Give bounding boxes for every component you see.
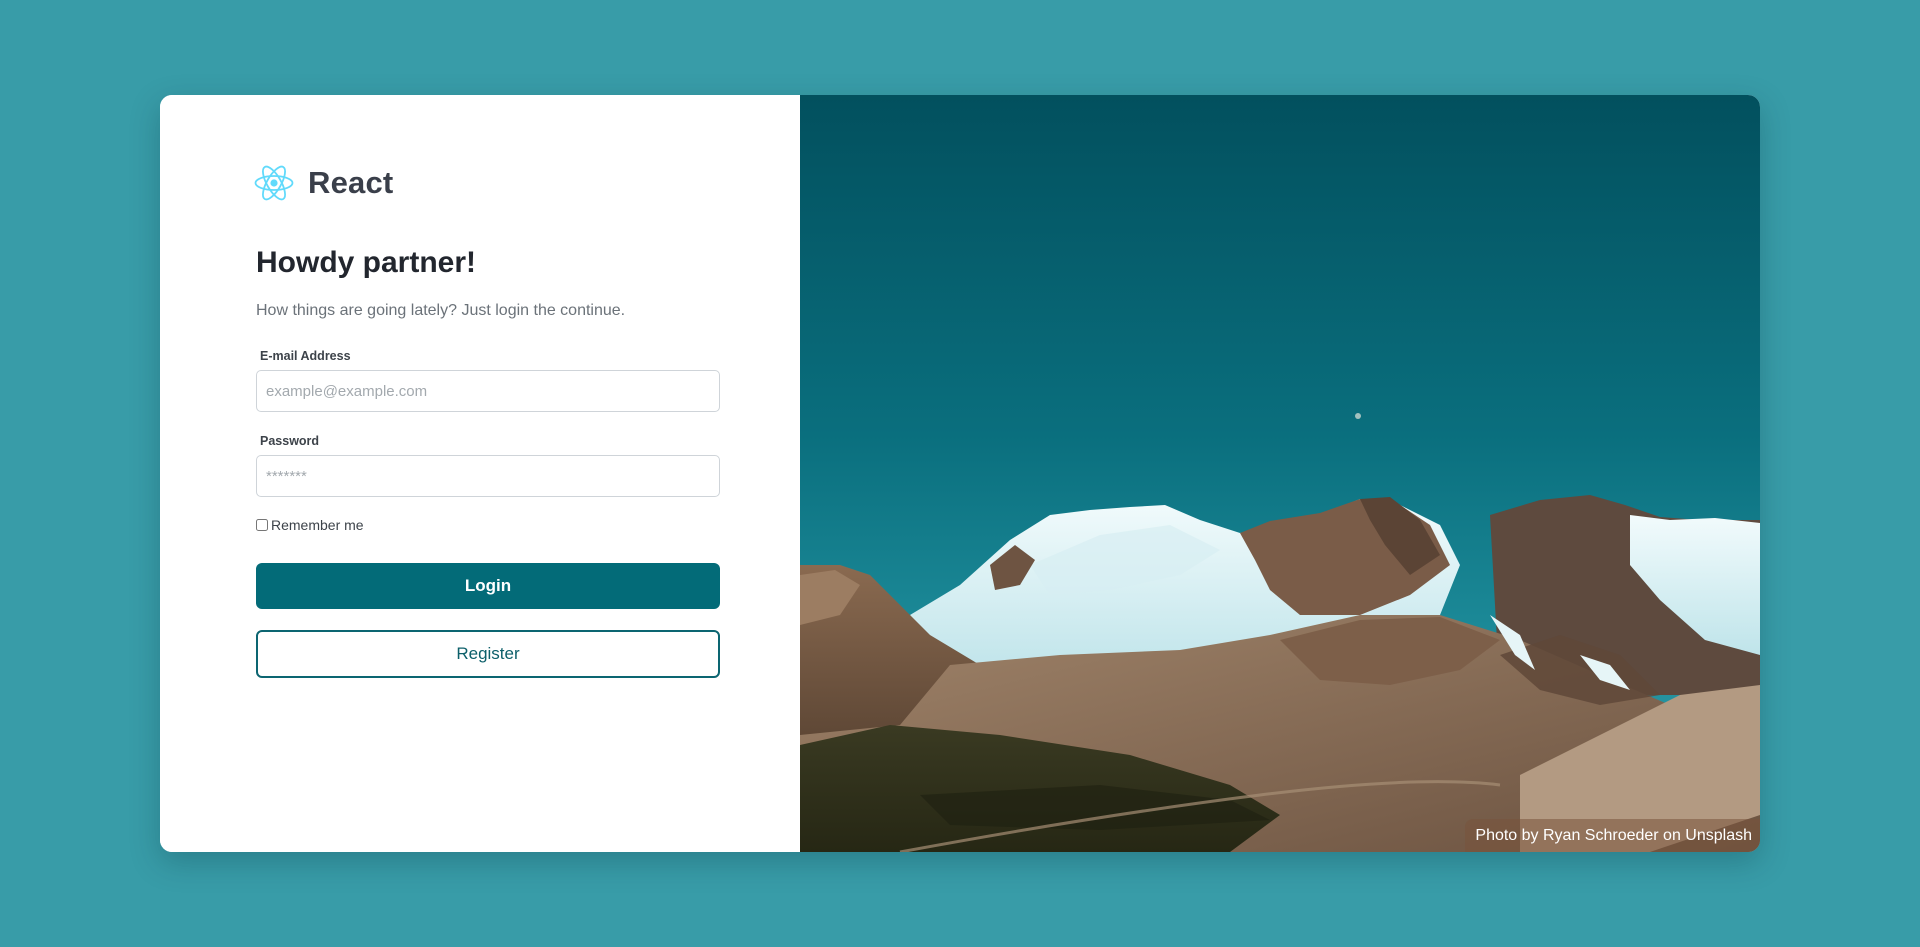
brand: React [254, 163, 393, 203]
login-card: React Howdy partner! How things are goin… [160, 95, 1760, 852]
subtitle: How things are going lately? Just login … [256, 302, 626, 319]
remember-me-label: Remember me [271, 517, 364, 533]
password-group: Password [256, 434, 720, 497]
login-panel: React Howdy partner! How things are goin… [160, 95, 800, 852]
react-atom-icon [254, 163, 294, 203]
login-form: Howdy partner! How things are going late… [256, 245, 720, 678]
login-button[interactable]: Login [256, 563, 720, 609]
remember-me-checkbox[interactable] [256, 519, 268, 531]
register-button[interactable]: Register [256, 630, 720, 678]
password-field[interactable] [256, 455, 720, 497]
email-field[interactable] [256, 370, 720, 412]
brand-name: React [308, 165, 394, 200]
email-group: E-mail Address [256, 349, 720, 412]
photo-credit[interactable]: Photo by Ryan Schroeder on Unsplash [1465, 819, 1760, 852]
remember-me[interactable]: Remember me [256, 517, 720, 533]
mountain-photo: Photo by Ryan Schroeder on Unsplash [800, 95, 1760, 852]
page-title: Howdy partner! [256, 246, 477, 279]
email-label: E-mail Address [260, 349, 351, 363]
password-label: Password [260, 434, 320, 448]
